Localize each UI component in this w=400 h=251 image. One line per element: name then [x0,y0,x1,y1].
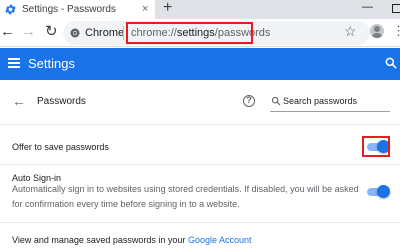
maximize-window-button[interactable] [392,4,400,13]
manage-passwords-text: View and manage saved passwords in your … [12,235,252,245]
site-label: Chrome [85,27,125,39]
reload-button[interactable]: ↻ [45,23,58,41]
help-icon[interactable]: ? [243,95,255,107]
hamburger-menu-icon[interactable] [8,58,20,68]
search-icon[interactable] [384,56,398,70]
chrome-icon [70,28,80,38]
divider [0,124,400,125]
back-button[interactable]: ← [0,23,15,41]
tab-title: Settings - Passwords [22,4,116,15]
offer-to-save-label: Offer to save passwords [12,142,109,152]
bookmark-star-icon[interactable]: ☆ [344,23,357,39]
search-underline [270,111,390,112]
toggle-highlight-box [362,136,390,157]
settings-header: Settings [0,48,400,80]
auto-signin-description-line2: for confirmation every time before signi… [12,199,240,209]
google-account-link[interactable]: Google Account [188,235,252,245]
auto-signin-toggle[interactable] [367,185,390,198]
address-bar[interactable]: Chrome chrome://settings/passwords [63,21,370,45]
close-tab-icon[interactable]: × [142,2,148,16]
forward-button[interactable]: → [21,23,36,41]
divider [0,164,400,165]
page-title: Passwords [37,96,86,107]
browser-toolbar: ← → ↻ Chrome chrome://settings/passwords… [0,19,400,47]
url-highlight-box [126,22,253,44]
search-passwords-input[interactable] [283,93,393,109]
kebab-menu-icon[interactable]: ⋮ [392,23,400,39]
search-passwords-icon [271,96,281,106]
minimize-window-button[interactable]: — [362,1,373,13]
divider [0,222,400,223]
auto-signin-description-line1: Automatically sign in to websites using … [12,184,359,194]
tab-strip: Settings - Passwords × + — [0,0,400,19]
settings-title: Settings [28,56,75,71]
omnibox-divider [123,26,124,40]
profile-avatar[interactable] [370,24,384,38]
gear-icon [5,4,16,15]
back-arrow-icon[interactable]: ← [12,93,26,109]
tab-settings-passwords[interactable]: Settings - Passwords × [0,0,155,19]
new-tab-button[interactable]: + [163,0,172,17]
